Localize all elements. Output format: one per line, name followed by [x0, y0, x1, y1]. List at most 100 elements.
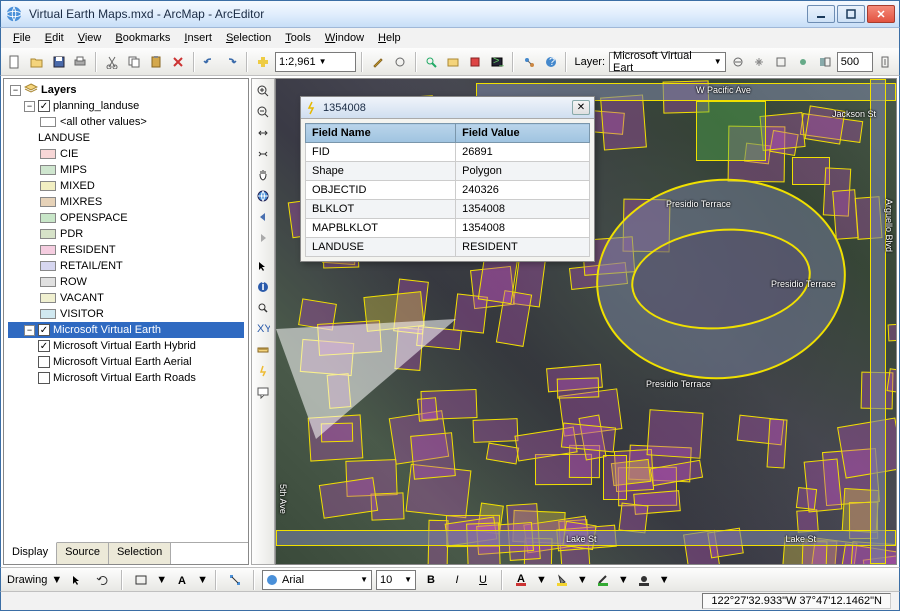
dropdown-icon[interactable]: ▼ [536, 574, 547, 586]
arctoolbox-icon[interactable] [465, 51, 485, 73]
swipe-icon[interactable] [815, 51, 835, 73]
goto-xy-icon[interactable]: XY [253, 319, 273, 339]
toc-tab-display[interactable]: Display [4, 542, 57, 564]
zoom-out-icon[interactable] [253, 102, 273, 122]
parcel-polygon[interactable] [646, 409, 703, 459]
toc-sublayer-microsoftvirtualearthhybrid[interactable]: ✓Microsoft Virtual Earth Hybrid [8, 338, 244, 354]
parcel-polygon[interactable] [410, 432, 455, 480]
undo-icon[interactable] [200, 51, 220, 73]
parcel-polygon[interactable] [619, 502, 649, 533]
parcel-polygon[interactable] [600, 94, 647, 151]
cut-icon[interactable] [102, 51, 122, 73]
pan-icon[interactable] [253, 165, 273, 185]
font-combo[interactable]: Arial▼ [262, 570, 372, 590]
dropdown-icon[interactable]: ▼ [197, 574, 208, 586]
layer-checkbox[interactable] [38, 356, 50, 368]
measure-icon[interactable] [253, 340, 273, 360]
layer-combo[interactable]: Microsoft Virtual Eart▼ [609, 52, 726, 72]
arccatalog-icon[interactable] [443, 51, 463, 73]
toc-layer-virtualearth[interactable]: −✓Microsoft Virtual Earth [8, 322, 244, 338]
close-button[interactable] [867, 5, 895, 23]
menu-edit[interactable]: Edit [39, 31, 70, 45]
paste-icon[interactable] [146, 51, 166, 73]
cmdline-icon[interactable]: >_ [487, 51, 507, 73]
toc-category-vacant[interactable]: VACANT [8, 290, 244, 306]
back-icon[interactable] [253, 207, 273, 227]
menu-file[interactable]: File [7, 31, 37, 45]
copy-icon[interactable] [124, 51, 144, 73]
forward-icon[interactable] [253, 228, 273, 248]
layer-checkbox[interactable] [38, 372, 50, 384]
marker-color-icon[interactable] [633, 569, 655, 591]
save-icon[interactable] [49, 51, 69, 73]
toc-category-row[interactable]: ROW [8, 274, 244, 290]
delete-icon[interactable] [168, 51, 188, 73]
fixed-zoom-in-icon[interactable] [253, 123, 273, 143]
dropdown-icon[interactable]: ▼ [156, 574, 167, 586]
scale-combo[interactable]: 1:2,961▼ [275, 52, 356, 72]
menu-help[interactable]: Help [372, 31, 407, 45]
select-arrow-icon[interactable] [66, 569, 88, 591]
parcel-polygon[interactable] [888, 323, 897, 341]
toc-tab-selection[interactable]: Selection [109, 543, 171, 564]
layer-checkbox[interactable]: ✓ [38, 100, 50, 112]
toc-category-cie[interactable]: CIE [8, 146, 244, 162]
layer-checkbox[interactable]: ✓ [38, 324, 50, 336]
parcel-polygon[interactable] [837, 417, 897, 478]
menu-insert[interactable]: Insert [178, 31, 218, 45]
dropdown-icon[interactable]: ▼ [51, 574, 62, 586]
toc-category-openspace[interactable]: OPENSPACE [8, 210, 244, 226]
swipe-combo[interactable]: 500 [837, 52, 874, 72]
toc-category-pdr[interactable]: PDR [8, 226, 244, 242]
effect-2-icon[interactable] [749, 51, 769, 73]
fill-color-icon[interactable] [551, 569, 573, 591]
toc-category-mips[interactable]: MIPS [8, 162, 244, 178]
toc-category-visitor[interactable]: VISITOR [8, 306, 244, 322]
html-popup-icon[interactable] [253, 382, 273, 402]
new-icon[interactable] [5, 51, 25, 73]
identify-close-button[interactable]: ✕ [572, 100, 590, 115]
hyperlink-icon[interactable] [253, 361, 273, 381]
full-extent-icon[interactable] [253, 186, 273, 206]
menu-bookmarks[interactable]: Bookmarks [109, 31, 176, 45]
menu-window[interactable]: Window [319, 31, 370, 45]
toc-tab-source[interactable]: Source [57, 543, 109, 564]
zoom-in-icon[interactable] [253, 81, 273, 101]
menu-view[interactable]: View [72, 31, 108, 45]
toc-layer-planning[interactable]: −✓planning_landuse [8, 98, 244, 114]
toc-root[interactable]: −Layers [8, 82, 244, 98]
expand-toggle[interactable]: − [24, 325, 35, 336]
fontsize-combo[interactable]: 10▼ [376, 570, 416, 590]
font-color-icon[interactable]: A [510, 569, 532, 591]
expand-toggle[interactable]: − [24, 101, 35, 112]
fixed-zoom-out-icon[interactable] [253, 144, 273, 164]
effect-3-icon[interactable] [771, 51, 791, 73]
edit-vertices-icon[interactable] [224, 569, 246, 591]
underline-icon[interactable]: U [472, 569, 494, 591]
maximize-button[interactable] [837, 5, 865, 23]
parcel-polygon[interactable] [796, 487, 817, 510]
dropdown-icon[interactable]: ▼ [659, 574, 670, 586]
toc-field-heading[interactable]: LANDUSE [8, 130, 244, 146]
effect-1-icon[interactable] [728, 51, 748, 73]
parcel-polygon[interactable] [767, 418, 788, 468]
toc-category-mixres[interactable]: MIXRES [8, 194, 244, 210]
parcel-polygon[interactable] [318, 477, 377, 519]
minimize-button[interactable] [807, 5, 835, 23]
parcel-polygon[interactable] [603, 455, 627, 500]
add-data-icon[interactable] [253, 51, 273, 73]
effect-4-icon[interactable] [793, 51, 813, 73]
find-tool-icon[interactable] [253, 298, 273, 318]
toc-category-resident[interactable]: RESIDENT [8, 242, 244, 258]
bold-icon[interactable]: B [420, 569, 442, 591]
identify-titlebar[interactable]: 1354008 ✕ [301, 97, 594, 119]
model-icon[interactable] [519, 51, 539, 73]
redo-icon[interactable] [221, 51, 241, 73]
menu-tools[interactable]: Tools [279, 31, 317, 45]
identify-icon[interactable]: i [253, 277, 273, 297]
draw-rect-icon[interactable] [130, 569, 152, 591]
dropdown-icon[interactable]: ▼ [618, 574, 629, 586]
dropdown-icon[interactable]: ▼ [577, 574, 588, 586]
identify-window[interactable]: 1354008 ✕ Field NameField Value FID26891… [300, 96, 595, 262]
editor-icon[interactable] [368, 51, 388, 73]
